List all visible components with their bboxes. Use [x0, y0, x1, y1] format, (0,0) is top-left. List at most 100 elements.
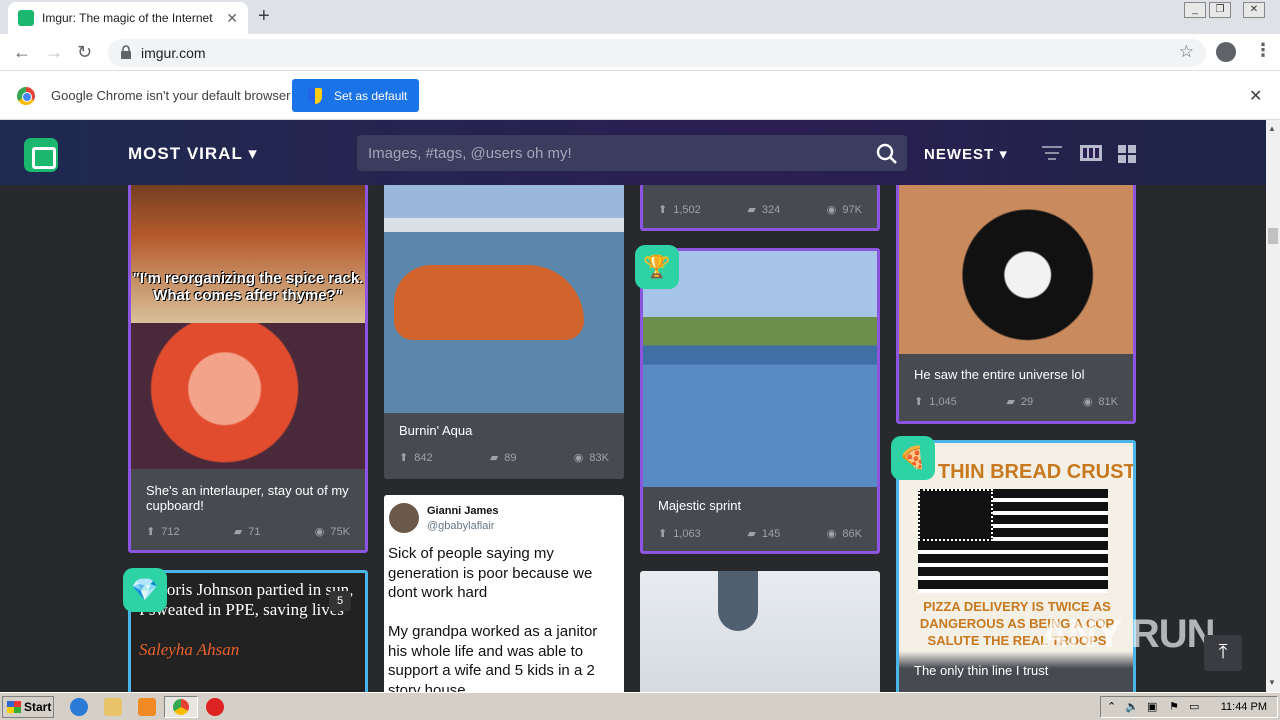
opera-icon[interactable]	[206, 698, 224, 716]
upvote-icon[interactable]: ⬆	[658, 203, 667, 216]
imgur-logo-icon[interactable]	[24, 138, 58, 172]
post-card[interactable]: Gianni James @gbabylaflair Sick of peopl…	[384, 495, 624, 695]
flag-icon[interactable]: ⚑	[1169, 700, 1179, 713]
post-card[interactable]	[640, 571, 880, 695]
chevron-down-icon: ▾	[999, 146, 1008, 163]
meme-caption: "I'm reorganizing the spice rack. What c…	[132, 270, 364, 304]
comment-icon: ▰	[1006, 396, 1015, 408]
section-label: MOST VIRAL	[128, 144, 243, 163]
comment-icon: ▰	[233, 526, 243, 538]
chrome-menu-icon[interactable]: ⋮	[1254, 40, 1272, 61]
search-icon[interactable]	[876, 143, 898, 165]
trophy-badge-icon: 🏆	[635, 245, 679, 289]
address-bar[interactable]: imgur.com ☆	[108, 39, 1206, 67]
upvote-count: 1,063	[673, 527, 701, 540]
tray-app-icon[interactable]: ▭	[1189, 700, 1199, 713]
views-icon: ◉	[573, 452, 584, 464]
post-title[interactable]: The only thin line I trust	[914, 663, 1124, 678]
imgur-header: MOST VIRAL ▾ NEWEST ▾	[0, 120, 1266, 185]
uniform-grid-icon[interactable]	[1080, 145, 1102, 161]
post-image[interactable]	[718, 571, 758, 631]
sort-dropdown[interactable]: NEWEST ▾	[924, 145, 1008, 163]
volume-icon[interactable]: 🔈	[1125, 700, 1139, 713]
post-stats: ⬆ 712 ▰ 71 ◉ 75K	[146, 525, 350, 539]
folder-icon[interactable]	[104, 698, 122, 716]
window-close-button[interactable]: ✕	[1243, 2, 1265, 18]
post-image[interactable]	[899, 178, 1133, 354]
forward-button[interactable]: →	[45, 42, 63, 63]
post-image[interactable]	[643, 251, 877, 487]
section-dropdown[interactable]: MOST VIRAL ▾	[128, 144, 258, 164]
tweet-handle: @gbabylaflair	[427, 520, 495, 532]
chevron-down-icon: ▾	[248, 144, 258, 163]
view-count: 97K	[842, 203, 862, 216]
back-to-top-button[interactable]: ⤒	[1204, 635, 1242, 671]
post-title[interactable]: Majestic sprint	[658, 498, 868, 513]
minimize-button[interactable]: _	[1184, 2, 1206, 18]
ie-icon[interactable]	[70, 698, 88, 716]
post-card[interactable]: Majestic sprint ⬆ 1,063 ▰ 145 ◉ 86K	[640, 248, 880, 554]
new-tab-button[interactable]: +	[258, 5, 270, 28]
tweet-avatar	[389, 503, 419, 533]
browser-tab[interactable]: Imgur: The magic of the Internet ✕	[8, 2, 248, 34]
search-input[interactable]	[357, 135, 907, 171]
start-label: Start	[24, 700, 52, 714]
bookmark-star-icon[interactable]: ☆	[1179, 42, 1194, 62]
reload-button[interactable]: ↻	[77, 42, 92, 63]
chrome-icon	[173, 699, 189, 715]
upvote-icon[interactable]: ⬆	[658, 527, 667, 540]
view-count: 75K	[330, 525, 350, 538]
restore-button[interactable]: ❐	[1209, 2, 1231, 18]
page-scrollbar[interactable]: ▲ ▼	[1266, 120, 1280, 692]
scroll-down-icon[interactable]: ▼	[1268, 678, 1276, 687]
shield-icon	[308, 87, 322, 104]
lock-icon[interactable]	[120, 45, 132, 59]
waterfall-grid-icon[interactable]	[1118, 145, 1136, 163]
tweet-body: Sick of people saying my generation is p…	[388, 545, 598, 695]
comment-icon: ▰	[747, 528, 756, 540]
tray-expand-icon[interactable]: ⌃	[1107, 700, 1116, 713]
filter-icon[interactable]	[1042, 145, 1062, 161]
scroll-up-icon[interactable]: ▲	[1268, 124, 1276, 133]
chrome-taskbar-button[interactable]	[164, 696, 198, 718]
comment-count: 324	[761, 203, 781, 216]
comment-icon: ▰	[747, 204, 756, 216]
post-title[interactable]: She's an interlauper, stay out of my cup…	[146, 483, 356, 513]
network-icon[interactable]: ▣	[1147, 700, 1157, 713]
upvote-icon[interactable]: ⬆	[914, 395, 923, 408]
post-card[interactable]: He saw the entire universe lol ⬆ 1,045 ▰ 2…	[896, 175, 1136, 424]
tab-title: Imgur: The magic of the Internet	[42, 11, 213, 25]
car-shape	[394, 265, 584, 340]
infobar-close-button[interactable]: ✕	[1249, 86, 1262, 106]
comment-count: 29	[1020, 395, 1034, 408]
tab-close-icon[interactable]: ✕	[226, 10, 238, 27]
media-player-icon[interactable]	[138, 698, 156, 716]
profile-avatar-icon[interactable]	[1216, 42, 1236, 62]
browser-titlebar: Imgur: The magic of the Internet ✕ + _ ❐…	[0, 0, 1280, 34]
quote-text: le Boris Johnson partied in sun, I sweat…	[139, 580, 354, 619]
scrollbar-thumb[interactable]	[1268, 228, 1278, 244]
views-icon: ◉	[314, 526, 325, 538]
post-stats: ⬆ 1,045 ▰ 29 ◉ 81K	[914, 395, 1118, 409]
comment-icon: ▰	[489, 452, 499, 464]
imgur-favicon-icon	[18, 10, 34, 26]
post-title[interactable]: He saw the entire universe lol	[914, 367, 1124, 382]
post-card[interactable]: Burnin' Aqua ⬆ 842 ▰ 89 ◉ 83K	[384, 175, 624, 479]
url-text[interactable]: imgur.com	[141, 45, 206, 61]
upvote-icon[interactable]: ⬆	[146, 525, 155, 538]
back-button[interactable]: ←	[13, 42, 31, 63]
windows-taskbar: Start ⌃ 🔈 ▣ ⚑ ▭ 11:44 PM	[0, 692, 1280, 720]
sort-label: NEWEST	[924, 146, 995, 163]
anyrun-watermark: ANY RUN	[1040, 612, 1216, 656]
post-card[interactable]: "I'm reorganizing the spice rack. What c…	[128, 175, 368, 553]
chrome-logo-icon	[17, 87, 35, 105]
clock[interactable]: 11:44 PM	[1221, 701, 1267, 713]
post-image[interactable]	[384, 175, 624, 413]
post-image-bottom[interactable]	[131, 323, 365, 469]
default-browser-infobar: Google Chrome isn't your default browser…	[0, 71, 1280, 120]
system-tray: ⌃ 🔈 ▣ ⚑ ▭ 11:44 PM	[1100, 696, 1278, 718]
start-button[interactable]: Start	[2, 696, 54, 718]
set-as-default-button[interactable]: Set as default	[292, 79, 419, 112]
upvote-icon[interactable]: ⬆	[399, 451, 408, 464]
post-title[interactable]: Burnin' Aqua	[399, 423, 609, 438]
